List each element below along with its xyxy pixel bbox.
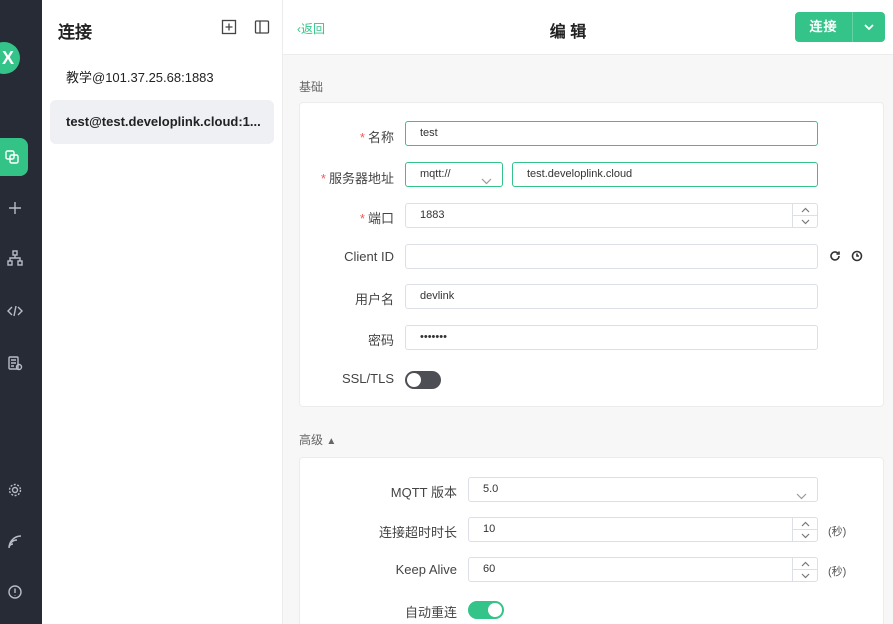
keepalive-value: 60 [483,563,496,575]
new-connection-icon[interactable] [220,18,237,35]
log-icon[interactable] [0,348,30,378]
username-input[interactable]: devlink [405,284,818,309]
port-value: 1883 [420,209,445,221]
port-stepper[interactable] [792,204,817,227]
timeout-value: 10 [483,523,496,535]
stepper-up-icon[interactable] [793,204,817,216]
add-icon[interactable] [0,193,30,223]
ssl-label: SSL/TLS [341,371,394,386]
reconnect-label: 自动重连 [404,605,457,620]
subscribe-icon[interactable] [0,527,30,557]
password-input[interactable]: ••••••• [405,325,818,350]
connections-title: 连接 [58,23,92,42]
basic-card: * 名称 test * 服务器地址 mqtt:// test.developlink… [299,102,884,407]
topology-icon[interactable] [0,243,30,273]
chevron-down-icon [481,171,492,185]
timeout-label: 连接超时时长 [378,525,457,540]
editor-pane: ‹返回 编 辑 连接 基础 * 名称 test * 服务器地址 mqtt:// te… [283,0,893,624]
mqtt-version-select[interactable]: 5.0 [468,477,818,502]
connect-button[interactable]: 连接 [795,12,885,42]
keepalive-input[interactable]: 60 [468,557,818,582]
toggle-knob [488,603,502,617]
mqtt-version-label: MQTT 版本 [390,485,457,500]
timeout-stepper[interactable] [792,518,817,541]
client-id-label: Client ID [344,249,394,264]
mqtt-version-value: 5.0 [483,483,499,495]
keepalive-label: Keep Alive [395,562,457,577]
advanced-card: MQTT 版本 5.0 连接超时时长 10 (秒) Keep Alive 60 … [299,457,884,624]
connection-item-selected[interactable]: test@test.developlink.cloud:1... [50,100,274,144]
about-icon[interactable] [0,577,30,607]
timeout-input[interactable]: 10 [468,517,818,542]
timeout-unit: (秒) [828,526,847,538]
advanced-title-text: 高级 [299,433,324,447]
logo-icon: X [0,42,20,74]
advanced-section-title[interactable]: 高级 ▲ [299,431,336,448]
reconnect-toggle[interactable] [468,601,504,619]
settings-icon[interactable] [0,475,30,505]
connections-panel: 连接 教学@101.37.25.68:1883 test@test.develo… [42,0,283,624]
ssl-toggle[interactable] [405,371,441,389]
port-label: * 端口 [359,211,394,226]
password-label: 密码 [367,333,394,348]
stepper-up-icon[interactable] [793,558,817,570]
name-input[interactable]: test [405,121,818,146]
toggle-sidebar-icon[interactable] [253,18,270,35]
host-input[interactable]: test.developlink.cloud [512,162,818,187]
script-icon[interactable] [0,296,30,326]
protocol-value: mqtt:// [420,168,451,180]
connections-icon[interactable] [0,138,28,176]
basic-section-title: 基础 [299,80,324,94]
port-input[interactable]: 1883 [405,203,818,228]
keepalive-unit: (秒) [828,566,847,578]
page-title: 编 辑 [549,24,587,41]
keepalive-stepper[interactable] [792,558,817,581]
refresh-icon[interactable] [828,249,842,263]
toggle-knob [407,373,421,387]
caret-up-icon[interactable]: ▲ [326,436,336,447]
connect-button-label[interactable]: 连接 [795,12,853,42]
username-label: 用户名 [354,292,394,307]
client-id-input[interactable] [405,244,818,269]
host-label: * 服务器地址 [320,171,394,186]
stepper-down-icon[interactable] [793,570,817,581]
clock-icon[interactable] [850,249,864,263]
connection-item[interactable]: 教学@101.37.25.68:1883 [50,56,274,100]
chevron-down-icon[interactable] [853,12,885,42]
app-rail: X [0,0,42,624]
stepper-down-icon[interactable] [793,216,817,227]
stepper-down-icon[interactable] [793,530,817,541]
name-label: * 名称 [359,130,394,145]
chevron-down-icon [796,486,807,500]
stepper-up-icon[interactable] [793,518,817,530]
protocol-select[interactable]: mqtt:// [405,162,503,187]
editor-header: ‹返回 编 辑 连接 [283,0,893,55]
